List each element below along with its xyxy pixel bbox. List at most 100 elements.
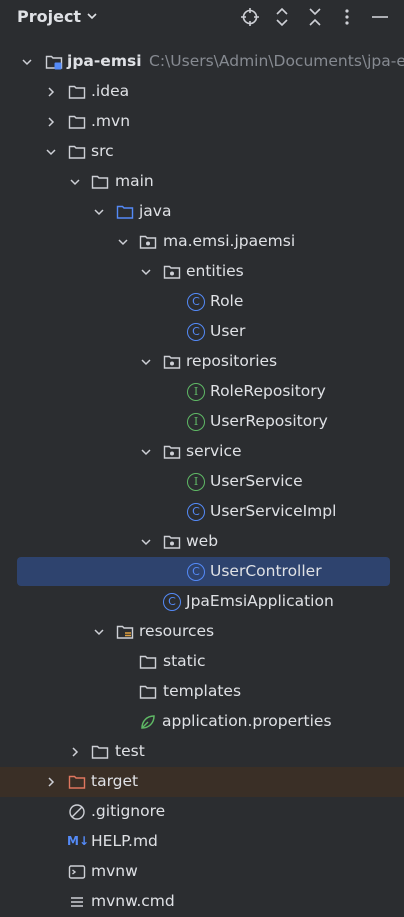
expand-all-icon[interactable] bbox=[271, 6, 293, 28]
project-tool-window-header: Project bbox=[0, 0, 404, 34]
tree-row-idea[interactable]: .idea bbox=[0, 77, 404, 107]
tree-row-help[interactable]: M↓ HELP.md bbox=[0, 827, 404, 857]
chevron-down-icon[interactable] bbox=[86, 10, 98, 22]
tree-row-app[interactable]: C JpaEmsiApplication bbox=[0, 587, 404, 617]
tree-label: templates bbox=[163, 682, 242, 700]
package-icon bbox=[163, 265, 181, 279]
tree-label: .gitignore bbox=[91, 802, 166, 820]
tree-label: mvnw.cmd bbox=[91, 892, 175, 910]
folder-icon bbox=[139, 685, 157, 699]
class-icon: C bbox=[187, 503, 205, 521]
tree-label: Role bbox=[210, 292, 244, 310]
tree-row-root[interactable]: jpa-emsi C:\Users\Admin\Documents\jpa-e bbox=[0, 47, 404, 77]
tree-row-static[interactable]: static bbox=[0, 647, 404, 677]
spring-properties-icon bbox=[141, 715, 155, 729]
tree-label: UserController bbox=[210, 562, 322, 580]
chevron-down-icon[interactable] bbox=[68, 175, 82, 189]
locate-icon[interactable] bbox=[239, 6, 261, 28]
folder-icon bbox=[68, 145, 86, 159]
tree-row-gitignore[interactable]: .gitignore bbox=[0, 797, 404, 827]
resources-folder-icon bbox=[116, 625, 134, 639]
chevron-down-icon[interactable] bbox=[44, 145, 58, 159]
chevron-down-icon[interactable] bbox=[139, 535, 153, 549]
tree-label: .idea bbox=[91, 82, 130, 100]
tree-label: mvnw bbox=[91, 862, 138, 880]
tree-label: UserRepository bbox=[210, 412, 328, 430]
project-root-label: jpa-emsi bbox=[67, 52, 142, 70]
tree-label: UserServiceImpl bbox=[210, 502, 337, 520]
tree-label: test bbox=[115, 742, 145, 760]
chevron-down-icon[interactable] bbox=[20, 55, 34, 69]
tree-label: .mvn bbox=[91, 112, 131, 130]
tree-row-mvn[interactable]: .mvn bbox=[0, 107, 404, 137]
chevron-down-icon[interactable] bbox=[116, 235, 130, 249]
folder-icon bbox=[139, 655, 157, 669]
tree-row-mvnw-cmd[interactable]: mvnw.cmd bbox=[0, 887, 404, 917]
tree-row-mvnw[interactable]: mvnw bbox=[0, 857, 404, 887]
class-icon: C bbox=[187, 563, 205, 581]
more-options-icon[interactable] bbox=[336, 6, 358, 28]
class-icon: C bbox=[187, 293, 205, 311]
tree-row-resources[interactable]: resources bbox=[0, 617, 404, 647]
text-file-icon bbox=[71, 897, 83, 907]
chevron-right-icon[interactable] bbox=[44, 85, 58, 99]
tree-row-app-properties[interactable]: application.properties bbox=[0, 707, 404, 737]
interface-icon: I bbox=[187, 413, 205, 431]
tree-label: User bbox=[210, 322, 246, 340]
tree-row-role[interactable]: C Role bbox=[0, 287, 404, 317]
tree-row-src[interactable]: src bbox=[0, 137, 404, 167]
tree-row-main[interactable]: main bbox=[0, 167, 404, 197]
folder-icon bbox=[91, 745, 109, 759]
chevron-down-icon[interactable] bbox=[92, 625, 106, 639]
chevron-right-icon[interactable] bbox=[68, 745, 82, 759]
tree-label: java bbox=[139, 202, 172, 220]
tree-row-user-controller[interactable]: C UserController bbox=[0, 557, 404, 587]
folder-icon bbox=[68, 115, 86, 129]
package-icon bbox=[163, 355, 181, 369]
tree-row-user-service-impl[interactable]: C UserServiceImpl bbox=[0, 497, 404, 527]
package-icon bbox=[163, 445, 181, 459]
markdown-icon: M↓ bbox=[67, 834, 89, 848]
tree-row-service[interactable]: service bbox=[0, 437, 404, 467]
tree-label: application.properties bbox=[162, 712, 332, 730]
tree-label: entities bbox=[186, 262, 244, 280]
project-root-path: C:\Users\Admin\Documents\jpa-e bbox=[149, 52, 404, 70]
tree-label: JpaEmsiApplication bbox=[186, 592, 334, 610]
tree-label: main bbox=[115, 172, 154, 190]
tree-label: target bbox=[91, 772, 139, 790]
source-folder-icon bbox=[116, 205, 134, 219]
interface-icon: I bbox=[187, 383, 205, 401]
chevron-down-icon[interactable] bbox=[139, 265, 153, 279]
tree-row-java[interactable]: java bbox=[0, 197, 404, 227]
tree-row-package[interactable]: ma.emsi.jpaemsi bbox=[0, 227, 404, 257]
tree-label: web bbox=[186, 532, 219, 550]
minimize-icon[interactable] bbox=[369, 6, 391, 28]
chevron-right-icon[interactable] bbox=[44, 115, 58, 129]
chevron-down-icon[interactable] bbox=[92, 205, 106, 219]
tree-label: UserService bbox=[210, 472, 303, 490]
tree-label: service bbox=[186, 442, 242, 460]
chevron-right-icon[interactable] bbox=[44, 775, 58, 789]
spring-boot-class-icon: C bbox=[163, 593, 181, 611]
class-icon: C bbox=[187, 323, 205, 341]
tree-row-templates[interactable]: templates bbox=[0, 677, 404, 707]
chevron-down-icon[interactable] bbox=[139, 445, 153, 459]
tree-row-user-service[interactable]: I UserService bbox=[0, 467, 404, 497]
tree-row-entities[interactable]: entities bbox=[0, 257, 404, 287]
module-folder-icon bbox=[45, 55, 63, 70]
package-icon bbox=[139, 235, 157, 249]
tree-row-test[interactable]: test bbox=[0, 737, 404, 767]
tree-row-repositories[interactable]: repositories bbox=[0, 347, 404, 377]
project-view-title[interactable]: Project bbox=[17, 7, 81, 26]
chevron-down-icon[interactable] bbox=[139, 355, 153, 369]
package-icon bbox=[163, 535, 181, 549]
tree-label: ma.emsi.jpaemsi bbox=[163, 232, 296, 250]
tree-row-web[interactable]: web bbox=[0, 527, 404, 557]
tree-label: static bbox=[163, 652, 206, 670]
tree-row-target[interactable]: target bbox=[0, 767, 404, 797]
tree-row-role-repository[interactable]: I RoleRepository bbox=[0, 377, 404, 407]
tree-row-user-repository[interactable]: I UserRepository bbox=[0, 407, 404, 437]
collapse-all-icon[interactable] bbox=[304, 6, 326, 28]
tree-label: src bbox=[91, 142, 114, 160]
tree-row-user[interactable]: C User bbox=[0, 317, 404, 347]
